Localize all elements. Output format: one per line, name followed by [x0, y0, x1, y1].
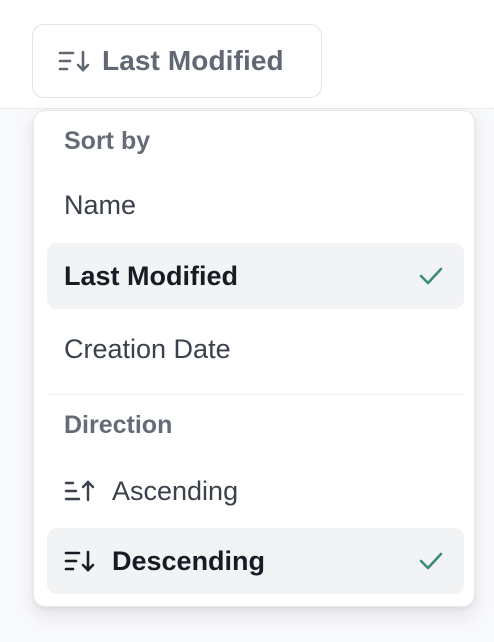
- sort-option-label: Creation Date: [64, 333, 231, 364]
- sort-descending-icon: [64, 549, 96, 573]
- sort-option-name[interactable]: Name: [47, 172, 464, 238]
- sort-dropdown-label: Last Modified: [102, 45, 284, 76]
- direction-heading: Direction: [64, 411, 173, 439]
- toolbar: Last Modified: [0, 0, 494, 109]
- check-icon: [418, 550, 444, 572]
- direction-option-descending[interactable]: Descending: [47, 528, 464, 594]
- sort-by-heading: Sort by: [64, 127, 151, 155]
- sort-menu: Sort by Name Last Modified Creation Date…: [33, 110, 475, 607]
- sort-option-creation-date[interactable]: Creation Date: [47, 316, 464, 382]
- direction-option-ascending[interactable]: Ascending: [47, 458, 464, 524]
- menu-divider: [47, 394, 464, 395]
- check-icon: [418, 265, 444, 287]
- sort-dropdown-button[interactable]: Last Modified: [32, 24, 322, 98]
- sort-option-label: Last Modified: [64, 260, 238, 291]
- sort-option-label: Name: [64, 189, 137, 220]
- sort-ascending-icon: [64, 479, 96, 503]
- sort-option-last-modified[interactable]: Last Modified: [47, 243, 464, 309]
- direction-option-label: Ascending: [112, 475, 239, 506]
- direction-option-label: Descending: [112, 545, 266, 576]
- sort-descending-icon: [58, 48, 92, 74]
